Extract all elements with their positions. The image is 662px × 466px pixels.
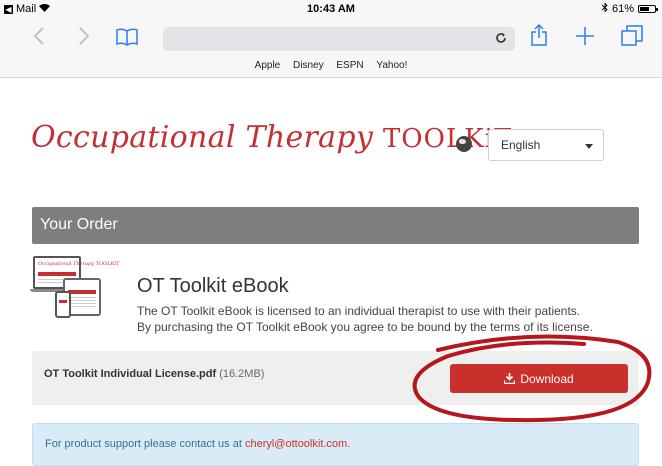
clock: 10:43 AM: [307, 3, 355, 15]
language-select[interactable]: English: [488, 129, 604, 161]
favorite-espn[interactable]: ESPN: [336, 60, 363, 71]
bookmarks-icon[interactable]: [116, 27, 138, 52]
product-title: OT Toolkit eBook: [137, 275, 289, 297]
product-thumbnail: Occupational Therapy TOOLKIT: [30, 256, 120, 318]
battery-icon: [638, 5, 658, 13]
download-row: OT Toolkit Individual License.pdf (16.2M…: [32, 351, 639, 405]
language-value: English: [501, 138, 541, 152]
thumbnail-title: Occupational Therapy TOOLKIT: [38, 261, 120, 267]
favorite-apple[interactable]: Apple: [255, 60, 281, 71]
status-right: 61%: [601, 2, 658, 15]
file-name: OT Toolkit Individual License.pdf: [44, 368, 217, 380]
favorite-yahoo[interactable]: Yahoo!: [376, 60, 407, 71]
forward-chevron-icon[interactable]: [78, 26, 90, 51]
support-email-link[interactable]: cheryl@ottoolkit.com: [245, 438, 347, 450]
file-size: (16.2MB): [219, 368, 265, 380]
support-text: For product support please contact us at: [45, 438, 245, 450]
favorite-disney[interactable]: Disney: [293, 60, 324, 71]
support-alert: For product support please contact us at…: [32, 423, 639, 466]
download-icon: [504, 373, 516, 387]
browser-toolbar: Apple Disney ESPN Yahoo!: [0, 18, 662, 78]
new-tab-plus-icon[interactable]: [575, 26, 595, 51]
reload-icon[interactable]: [495, 31, 507, 47]
caret-down-icon: [585, 144, 593, 149]
status-bar: ◀ Mail 10:43 AM 61%: [0, 0, 662, 18]
logo-script-text: Occupational Therapy: [31, 120, 383, 155]
share-icon[interactable]: [530, 23, 548, 52]
favorites-bar: Apple Disney ESPN Yahoo!: [0, 60, 662, 71]
order-heading-bar: Your Order: [32, 207, 639, 244]
address-bar[interactable]: [163, 27, 515, 51]
product-description: The OT Toolkit eBook is licensed to an i…: [137, 304, 593, 334]
order-heading: Your Order: [40, 216, 118, 233]
site-logo[interactable]: Occupational Therapy TOOLKiT: [31, 120, 512, 155]
download-button[interactable]: Download: [450, 364, 628, 393]
phone-mockup: [55, 291, 71, 318]
tabs-overview-icon[interactable]: [621, 25, 643, 52]
battery-percent: 61%: [611, 3, 634, 15]
bluetooth-icon: [601, 2, 608, 15]
back-chevron-icon[interactable]: [33, 26, 45, 51]
globe-icon: [456, 136, 472, 152]
support-suffix: .: [347, 438, 351, 450]
file-info: OT Toolkit Individual License.pdf (16.2M…: [44, 368, 264, 380]
download-label: Download: [520, 372, 574, 386]
